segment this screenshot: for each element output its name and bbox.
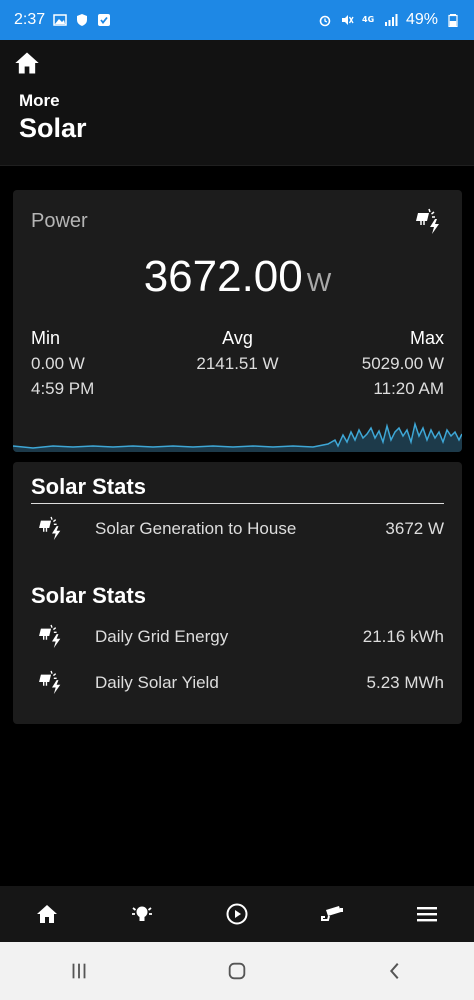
min-time: 4:59 PM [31, 379, 95, 398]
stat-label: Solar Generation to House [95, 519, 297, 538]
back-icon [389, 963, 399, 979]
min-value: 0.00 W [31, 354, 85, 373]
stat-value: 3672 W [385, 519, 444, 538]
section-divider [31, 503, 444, 504]
stat-label: Daily Grid Energy [95, 627, 229, 646]
mute-icon [340, 13, 354, 27]
bottom-navigation [0, 886, 474, 942]
home-icon [15, 52, 39, 74]
power-number: 3672.00 [143, 252, 303, 301]
power-value: 3672.00 W [13, 252, 462, 302]
nav-menu-button[interactable] [402, 889, 452, 939]
solar-power-icon [416, 208, 439, 234]
camera-icon [320, 906, 343, 921]
menu-icon [416, 907, 437, 922]
page-title: Solar [19, 113, 87, 143]
battery-icon [446, 13, 460, 27]
4g-icon: 4G [362, 13, 376, 27]
status-bar: 2:37 4G 49% [0, 0, 474, 40]
max-stat: Max 5029.00 W 11:20 AM [362, 326, 444, 401]
home-circle-icon [228, 962, 246, 980]
power-card[interactable]: Power 3672.00 W Avg 2141.51 W Min 0.00 W … [13, 190, 462, 452]
sparkline-area [13, 424, 462, 452]
power-unit: W [306, 267, 332, 297]
system-navigation-bar [0, 942, 474, 1000]
recents-icon [72, 963, 86, 979]
stat-value: 5.23 MWh [366, 673, 444, 692]
solar-power-icon [39, 516, 69, 542]
breadcrumb-more: More [19, 91, 60, 110]
solar-stats-card: Solar Stats Solar Generation to House 36… [13, 462, 462, 724]
min-label: Min [31, 328, 61, 348]
section-title-1: Solar Stats [31, 474, 146, 499]
shield-icon [75, 13, 89, 27]
home-button[interactable] [12, 48, 42, 78]
power-label: Power [31, 210, 88, 232]
nav-media-button[interactable] [212, 889, 262, 939]
check-box-icon [97, 13, 111, 27]
stat-value: 21.16 kWh [362, 627, 444, 646]
nav-camera-button[interactable] [307, 889, 357, 939]
nav-home-button[interactable] [22, 889, 72, 939]
system-home-button[interactable] [207, 946, 267, 996]
nav-lights-button[interactable] [117, 889, 167, 939]
solar-power-icon [39, 624, 69, 650]
battery-percent: 49% [405, 11, 438, 28]
stat-row-solar-generation[interactable]: Solar Generation to House 3672 W [31, 514, 444, 544]
signal-icon [384, 13, 398, 27]
recents-button[interactable] [49, 946, 109, 996]
lights-icon [132, 906, 153, 921]
alarm-icon [318, 13, 332, 27]
top-app-bar: More Solar [0, 40, 474, 166]
solar-power-icon [39, 670, 69, 696]
play-icon [226, 903, 248, 925]
status-time: 2:37 [14, 11, 46, 28]
max-value: 5029.00 W [361, 354, 444, 373]
power-sparkline [13, 421, 462, 452]
stat-label: Daily Solar Yield [95, 673, 219, 692]
max-time: 11:20 AM [373, 379, 444, 398]
image-icon [53, 13, 67, 27]
max-label: Max [409, 328, 444, 348]
min-stat: Min 0.00 W 4:59 PM [31, 326, 94, 401]
svg-text:4G: 4G [362, 15, 374, 24]
back-button[interactable] [365, 946, 425, 996]
stat-row-daily-solar-yield[interactable]: Daily Solar Yield 5.23 MWh [31, 668, 444, 698]
stat-row-daily-grid-energy[interactable]: Daily Grid Energy 21.16 kWh [31, 622, 444, 652]
home-icon [37, 905, 58, 923]
section-title-2: Solar Stats [31, 583, 146, 608]
